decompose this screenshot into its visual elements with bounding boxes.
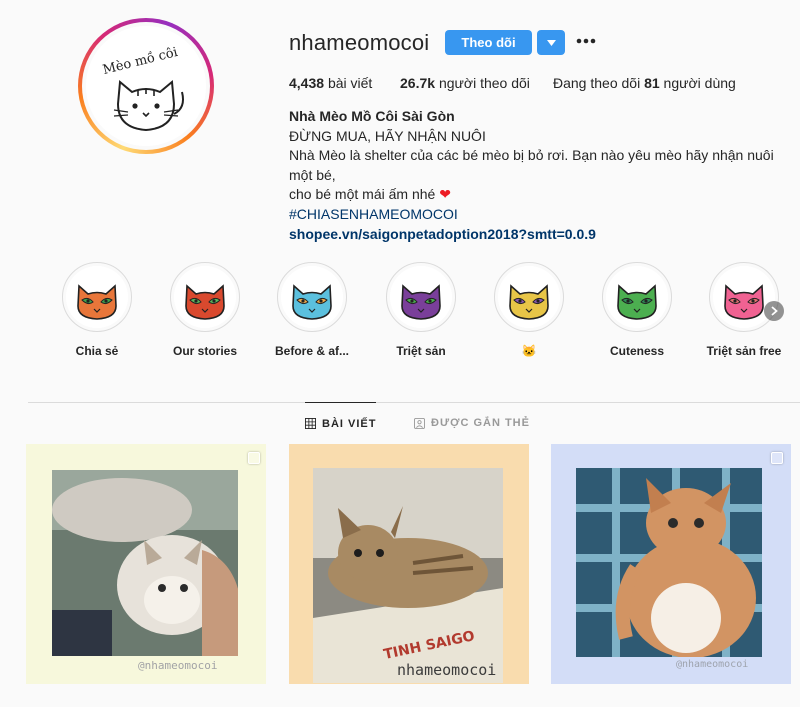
avatar: Mèo mồ côi: [86, 26, 206, 146]
highlight-cover: [66, 266, 128, 328]
highlight-label: Chia sẻ: [75, 344, 119, 358]
tab-tagged-label: ĐƯỢC GẮN THẺ: [431, 417, 530, 429]
highlight-ring: [386, 262, 456, 332]
multi-photo-icon: [248, 452, 260, 464]
post-thumbnail[interactable]: @nhameomocoi: [551, 444, 791, 684]
highlight-cover: [281, 266, 343, 328]
cat-face-icon: [174, 266, 236, 328]
posts-label: bài viết: [327, 75, 373, 91]
posts-count: 4,438: [289, 75, 325, 91]
cat-face-icon: [390, 266, 452, 328]
cat-photo-image: [52, 470, 238, 656]
highlight-ring: [170, 262, 240, 332]
followers-stat[interactable]: 26.7k người theo dõi: [400, 75, 530, 91]
post-watermark: nhameomocoi: [397, 661, 497, 679]
highlight-cover: [606, 266, 668, 328]
bio-line-3-wrap: cho bé một mái ấm nhé ❤: [289, 185, 799, 205]
bio-line-3: cho bé một mái ấm nhé: [289, 186, 436, 203]
post-photo: TINH SAIGO: [313, 468, 503, 683]
heart-icon: ❤: [439, 186, 451, 203]
highlight-cover: [498, 266, 560, 328]
followers-label: người theo dõi: [438, 75, 530, 91]
highlight-item[interactable]: 🐱: [474, 262, 584, 358]
triangle-down-icon: [546, 39, 556, 46]
grid-icon: [305, 418, 316, 429]
highlight-ring: [62, 262, 132, 332]
highlight-label: Triệt sản free: [706, 344, 782, 358]
tab-posts[interactable]: BÀI VIẾT: [305, 402, 377, 444]
profile-username: nhameomocoi: [289, 30, 430, 55]
following-count: 81: [644, 75, 660, 91]
highlight-ring: [602, 262, 672, 332]
follow-dropdown-button[interactable]: [537, 30, 565, 55]
highlight-ring: [277, 262, 347, 332]
tag-icon: [414, 417, 425, 429]
profile-full-name: Nhà Mèo Mồ Côi Sài Gòn: [289, 108, 455, 124]
posts-count-stat: 4,438 bài viết: [289, 75, 372, 91]
highlight-cover: [713, 266, 775, 328]
cat-face-icon: [713, 266, 775, 328]
multi-photo-icon: [771, 452, 783, 464]
more-options-button[interactable]: [574, 28, 598, 54]
profile-bio: Nhà Mèo Mồ Côi Sài Gòn ĐỪNG MUA, HÃY NHẬ…: [289, 107, 799, 244]
highlight-item[interactable]: Chia sẻ: [42, 262, 152, 358]
tab-tagged[interactable]: ĐƯỢC GẮN THẺ: [414, 402, 530, 444]
following-prefix: Đang theo dõi: [553, 75, 641, 91]
cat-face-icon: [606, 266, 668, 328]
tab-posts-label: BÀI VIẾT: [322, 417, 377, 430]
bio-external-link[interactable]: shopee.vn/saigonpetadoption2018?smtt=0.0…: [289, 225, 799, 245]
ellipsis-icon: [576, 38, 596, 44]
following-suffix: người dùng: [663, 75, 736, 91]
highlight-cover: [174, 266, 236, 328]
highlight-label: 🐱: [521, 344, 537, 358]
cat-photo-image: TINH SAIGO: [313, 468, 503, 683]
highlight-label: Before & af...: [274, 344, 349, 358]
profile-avatar-ring[interactable]: Mèo mồ côi: [78, 18, 214, 154]
cat-photo-image: [576, 468, 762, 657]
post-thumbnail[interactable]: @nhameomocoi: [26, 444, 266, 684]
post-photo: [576, 468, 762, 657]
highlights-next-button[interactable]: [764, 301, 784, 321]
bio-hashtag-link[interactable]: #CHIASENHAMEOMOCOI: [289, 205, 799, 225]
cat-face-icon: [281, 266, 343, 328]
post-watermark: @nhameomocoi: [138, 659, 218, 672]
story-highlights: Chia sẻ Our stories Before & af... Triệt sả…: [0, 262, 800, 362]
post-thumbnail[interactable]: TINH SAIGO nhameomocoi: [289, 444, 529, 684]
cat-face-icon: [498, 266, 560, 328]
highlight-item[interactable]: Triệt sản: [366, 262, 476, 358]
post-photo: [52, 470, 238, 656]
highlight-cover: [390, 266, 452, 328]
highlight-label: Cuteness: [609, 344, 665, 358]
highlight-ring: [494, 262, 564, 332]
chevron-right-icon: [770, 306, 778, 316]
highlight-item[interactable]: Cuteness: [582, 262, 692, 358]
highlight-label: Our stories: [172, 344, 238, 358]
highlight-item[interactable]: Our stories: [150, 262, 260, 358]
cat-face-icon: [66, 266, 128, 328]
bio-line-2: Nhà Mèo là shelter của các bé mèo bị bỏ …: [289, 147, 774, 183]
followers-count: 26.7k: [400, 75, 436, 91]
bio-line-1: ĐỪNG MUA, HÃY NHẬN NUÔI: [289, 127, 486, 144]
highlight-label: Triệt sản: [396, 344, 446, 358]
highlight-item[interactable]: Before & af...: [257, 262, 367, 358]
post-watermark: @nhameomocoi: [676, 659, 749, 670]
highlight-ring: [709, 262, 779, 332]
following-stat[interactable]: Đang theo dõi 81 người dùng: [553, 75, 736, 91]
follow-button[interactable]: Theo dõi: [445, 30, 532, 55]
avatar-cat-drawing: Mèo mồ côi: [86, 26, 206, 146]
